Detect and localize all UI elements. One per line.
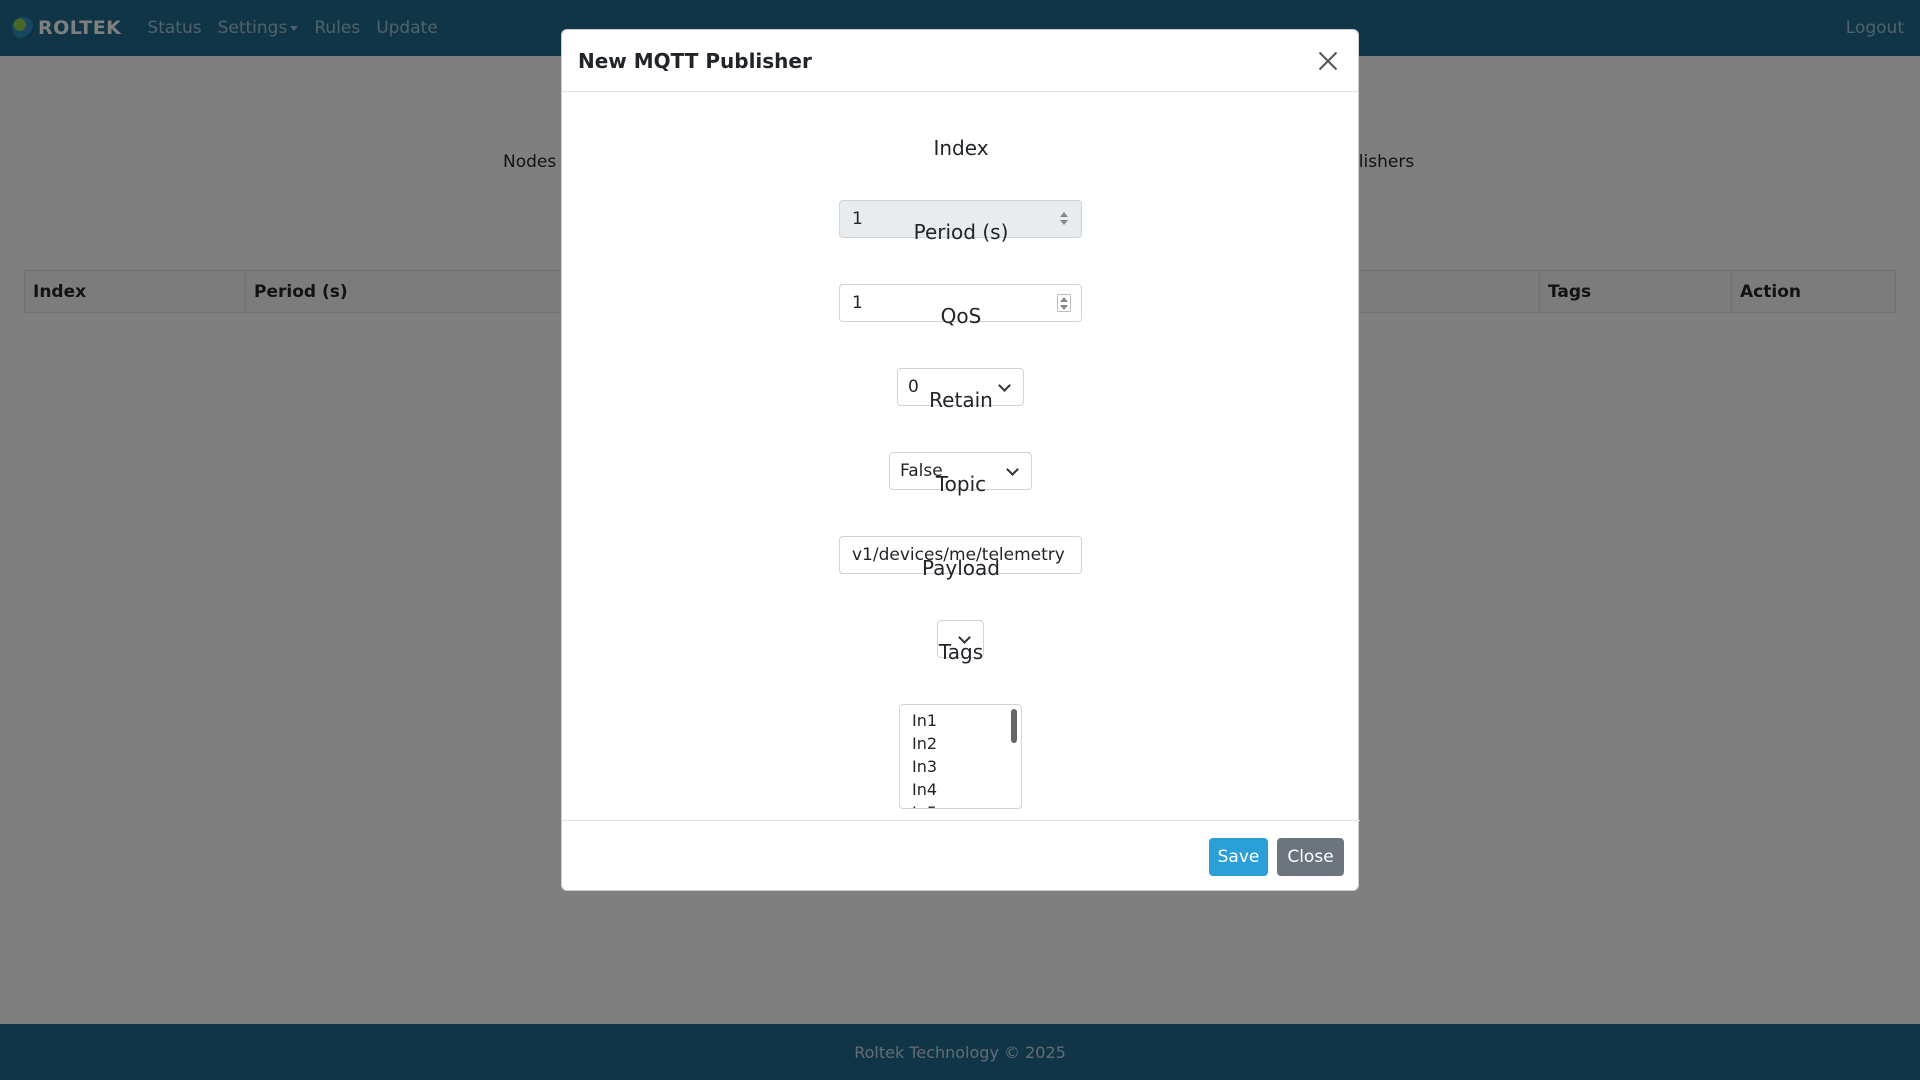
new-publisher-modal: New MQTT Publisher Index 1 Period (s) 1 …	[561, 29, 1360, 892]
topic-label: Topic	[935, 472, 987, 496]
modal-title: New MQTT Publisher	[578, 48, 812, 73]
modal-footer: Save Close	[562, 820, 1360, 892]
close-icon[interactable]	[1314, 47, 1342, 75]
tags-listbox[interactable]: In1 In2 In3 In4 In5	[899, 704, 1022, 809]
qos-label: QoS	[940, 304, 982, 328]
save-button[interactable]: Save	[1209, 838, 1268, 876]
index-label: Index	[933, 136, 989, 160]
listbox-scrollbar[interactable]	[1011, 709, 1017, 743]
list-item[interactable]: In5	[900, 801, 1021, 808]
payload-label: Payload	[922, 556, 1000, 580]
list-item[interactable]: In3	[900, 755, 1021, 778]
list-item[interactable]: In2	[900, 732, 1021, 755]
list-item[interactable]: In4	[900, 778, 1021, 801]
period-label: Period (s)	[913, 220, 1009, 244]
tags-label: Tags	[938, 640, 984, 664]
modal-body: Index 1 Period (s) 1 QoS 0 Retain False …	[562, 92, 1360, 850]
close-button[interactable]: Close	[1277, 838, 1344, 876]
tags-options: In1 In2 In3 In4 In5	[900, 705, 1021, 808]
modal-header: New MQTT Publisher	[562, 30, 1358, 92]
retain-label: Retain	[929, 388, 993, 412]
list-item[interactable]: In1	[900, 709, 1021, 732]
